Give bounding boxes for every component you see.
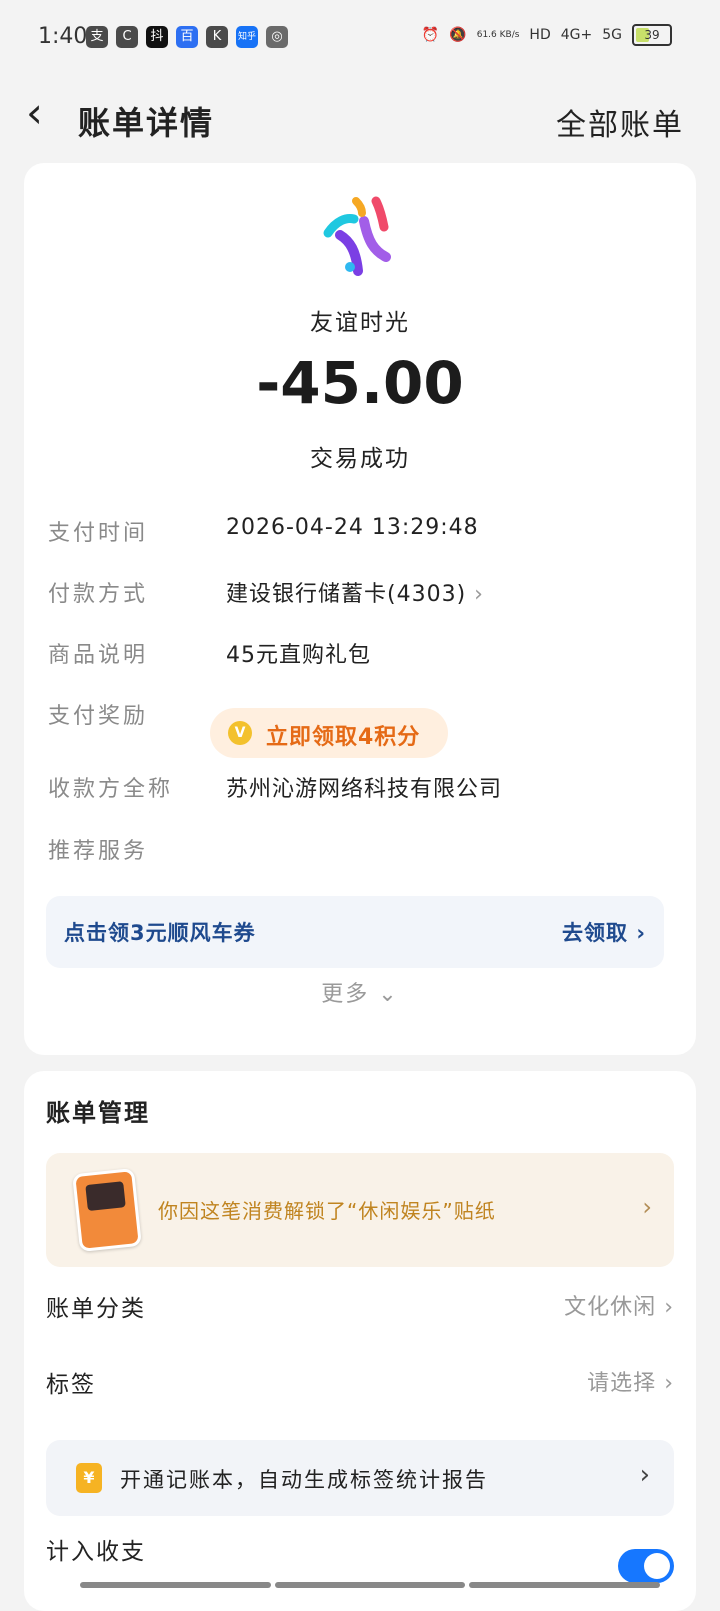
page-title: 账单详情 <box>78 104 215 142</box>
more-toggle[interactable]: 更多 ⌄ <box>24 976 696 1008</box>
status-time: 1:40 <box>38 24 88 49</box>
transaction-status: 交易成功 <box>310 446 410 472</box>
pay-time-label: 支付时间 <box>48 521 149 546</box>
sticker-text: 你因这笔消费解锁了“休闲娱乐”贴纸 <box>158 1199 496 1223</box>
status-app-icons: 支 C 抖 百 K 知乎 ◎ <box>86 26 288 48</box>
open-ledger-banner[interactable]: ¥ 开通记账本，自动生成标签统计报告 › <box>46 1440 674 1516</box>
yuan-ticket-icon: ¥ <box>76 1463 102 1493</box>
game-console-sticker-icon <box>72 1167 142 1253</box>
pay-reward-label: 支付奖励 <box>48 704 149 729</box>
more-label: 更多 <box>321 982 370 1007</box>
bill-management-card: 账单管理 你因这笔消费解锁了“休闲娱乐”贴纸 › 账单分类 文化休闲 › 标签 … <box>24 1071 696 1611</box>
claim-points-button[interactable]: V 立即领取4积分 <box>210 708 448 758</box>
merchant-name: 友谊时光 <box>310 310 410 336</box>
alipay-notify-icon: 支 <box>86 26 108 48</box>
chevron-right-icon: › <box>636 921 646 945</box>
misc-notify-icon: ◎ <box>266 26 288 48</box>
open-ledger-text: 开通记账本，自动生成标签统计报告 <box>120 1468 488 1492</box>
tag-select[interactable]: 请选择 › <box>587 1365 674 1397</box>
pay-method-row[interactable]: 建设银行储蓄卡(4303) › <box>226 576 484 608</box>
chevron-right-icon: › <box>664 1295 674 1320</box>
baidu-notify-icon: 百 <box>176 26 198 48</box>
pay-method-label: 付款方式 <box>48 582 149 607</box>
promo-banner[interactable]: 点击领3元顺风车券 去领取 › <box>46 896 664 968</box>
sticker-screen <box>85 1181 126 1211</box>
back-chevron-left-icon[interactable]: ‹ <box>26 92 43 134</box>
signal-5g-icon: 5G <box>602 27 622 43</box>
signal-4g-icon: 4G+ <box>560 27 593 43</box>
chevron-right-icon: › <box>474 582 484 607</box>
claim-points-label: 立即领取4积分 <box>266 725 421 750</box>
item-desc-label: 商品说明 <box>48 643 149 668</box>
status-indicators: ⏰ 🔕 61.6 KB/s HD 4G+ 5G 39 <box>422 24 672 46</box>
payee-value: 苏州沁游网络科技有限公司 <box>226 777 503 802</box>
gesture-segment <box>274 1582 466 1588</box>
pay-time-value: 2026-04-24 13:29:48 <box>226 515 479 540</box>
item-desc-value: 45元直购礼包 <box>226 643 371 668</box>
k-app-notify-icon: K <box>206 26 228 48</box>
status-bar: 1:40 支 C 抖 百 K 知乎 ◎ ⏰ 🔕 61.6 KB/s HD 4G+… <box>0 0 720 78</box>
include-toggle[interactable] <box>618 1549 674 1583</box>
all-bills-link[interactable]: 全部账单 <box>556 100 684 144</box>
nav-bar: ‹ 账单详情 全部账单 <box>0 78 720 158</box>
merchant-logo-icon <box>323 196 391 276</box>
transaction-card: 友谊时光 -45.00 交易成功 支付时间 2026-04-24 13:29:4… <box>24 163 696 1055</box>
chevron-right-icon: › <box>642 1193 652 1221</box>
transaction-amount: -45.00 <box>256 349 464 417</box>
douyin-notify-icon: 抖 <box>146 26 168 48</box>
payee-label: 收款方全称 <box>48 777 174 802</box>
include-label: 计入收支 <box>46 1539 146 1565</box>
zhihu-notify-icon: 知乎 <box>236 26 258 48</box>
hd-icon: HD <box>529 27 551 43</box>
section-title: 账单管理 <box>46 1099 150 1127</box>
promo-claim-label: 去领取 <box>562 921 629 945</box>
chevron-right-icon: › <box>664 1371 674 1396</box>
c-app-notify-icon: C <box>116 26 138 48</box>
category-label: 账单分类 <box>46 1296 146 1322</box>
chevron-down-icon: ⌄ <box>378 982 399 1007</box>
tag-value: 请选择 <box>587 1371 657 1396</box>
chevron-right-icon: › <box>639 1460 650 1490</box>
gesture-segment <box>80 1582 271 1588</box>
promo-claim-link[interactable]: 去领取 › <box>562 917 646 947</box>
gesture-segment <box>469 1582 661 1588</box>
tag-label: 标签 <box>46 1372 96 1398</box>
gesture-bar <box>80 1582 661 1588</box>
category-value: 文化休闲 <box>564 1295 657 1320</box>
pay-method-value: 建设银行储蓄卡(4303) <box>226 582 467 607</box>
mute-icon: 🔕 <box>449 27 467 43</box>
category-select[interactable]: 文化休闲 › <box>564 1289 674 1321</box>
recommend-label: 推荐服务 <box>48 839 149 864</box>
battery-icon: 39 <box>632 24 672 46</box>
points-coin-icon: V <box>228 721 252 745</box>
sticker-banner[interactable]: 你因这笔消费解锁了“休闲娱乐”贴纸 › <box>46 1153 674 1267</box>
net-speed: 61.6 KB/s <box>476 30 520 40</box>
promo-text: 点击领3元顺风车券 <box>64 921 256 945</box>
toggle-knob <box>644 1553 670 1579</box>
alarm-icon: ⏰ <box>421 27 440 43</box>
